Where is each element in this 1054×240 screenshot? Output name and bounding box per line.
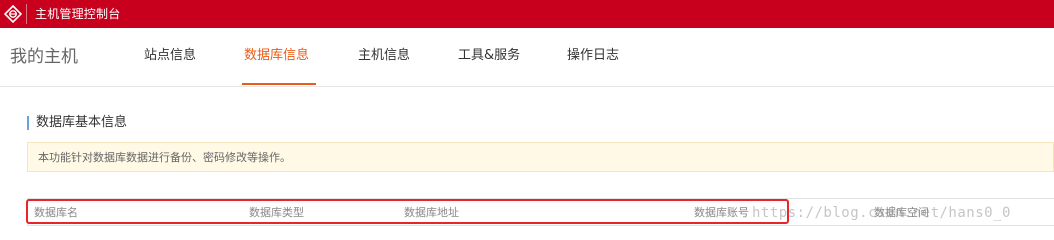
brand-logo-icon[interactable] [0,0,26,28]
notice-text: 本功能针对数据库数据进行备份、密码修改等操作。 [38,151,291,164]
annotation-highlight-box [26,199,789,224]
brand-label[interactable]: 我的主机 [10,46,78,68]
tab-host-info[interactable]: 主机信息 [358,47,410,65]
title-divider [26,4,27,24]
watermark-text: https://blog.csdn.net/hans0_0 [752,205,1011,221]
app-title: 主机管理控制台 [35,7,121,21]
active-tab-indicator [242,83,316,85]
info-notice: 本功能针对数据库数据进行备份、密码修改等操作。 [27,142,1054,172]
tab-site-info[interactable]: 站点信息 [144,47,196,65]
main-navbar: 我的主机 站点信息 数据库信息 主机信息 工具&服务 操作日志 [0,28,1054,87]
section-accent-bar [27,116,29,130]
tab-operation-log[interactable]: 操作日志 [567,47,619,65]
top-title-bar: 主机管理控制台 [0,0,1054,28]
tab-tools-services[interactable]: 工具&服务 [458,47,520,65]
tab-database-info[interactable]: 数据库信息 [244,47,309,65]
section-title: 数据库基本信息 [36,115,128,130]
